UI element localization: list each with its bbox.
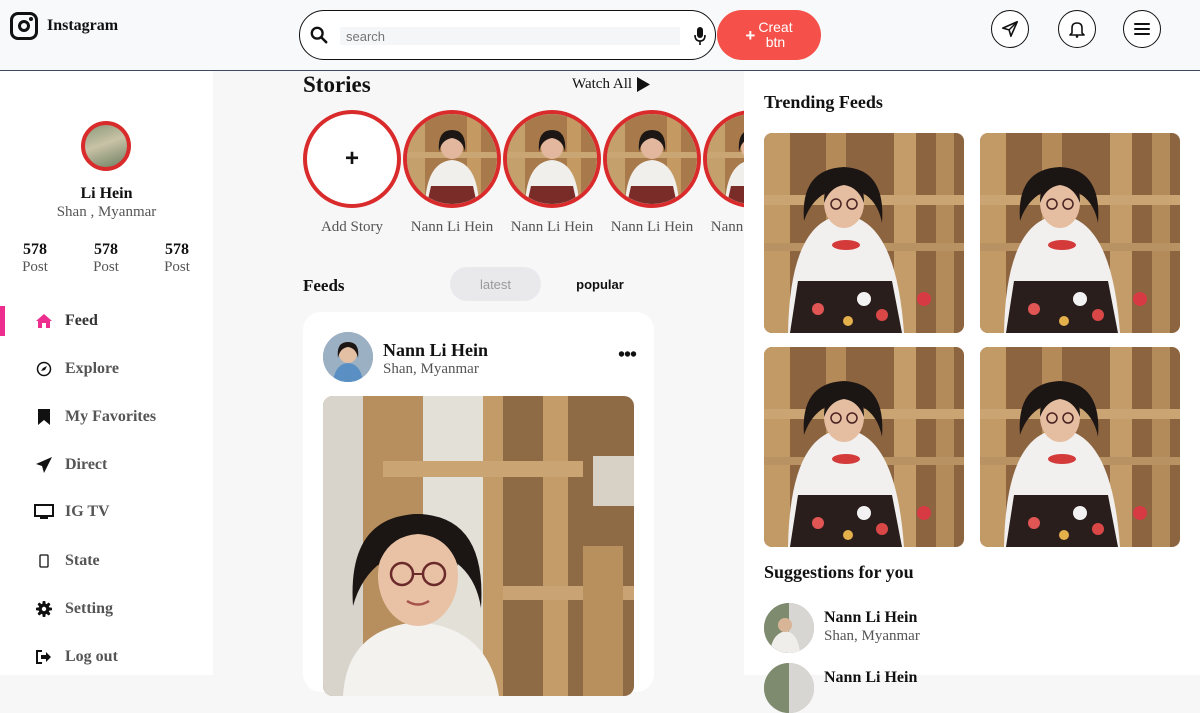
watch-all-link[interactable]: Watch All (572, 76, 651, 93)
stat-value: 578 (23, 241, 47, 258)
play-icon (637, 77, 651, 92)
trending-feed-image[interactable] (980, 347, 1180, 547)
stat-value: 578 (94, 241, 118, 258)
nav-label: Log out (65, 648, 118, 665)
logo[interactable]: Instagram (10, 12, 118, 40)
post-image[interactable] (323, 396, 634, 696)
bookmark-icon (34, 407, 54, 427)
story-avatar[interactable] (503, 110, 601, 208)
trending-feed-image[interactable] (764, 133, 964, 333)
nav-item-direct[interactable]: Direct (0, 450, 213, 480)
tab-latest[interactable]: latest (450, 267, 541, 301)
suggestion-avatar[interactable] (764, 663, 814, 713)
post-card: Nann Li Hein Shan, Myanmar ••• (303, 312, 654, 696)
stat-value: 578 (165, 241, 189, 258)
trending-feed-image[interactable] (980, 133, 1180, 333)
microphone-icon[interactable] (693, 26, 707, 46)
trending-feed-image[interactable] (764, 347, 964, 547)
story-label: Nann Li Hein (410, 219, 494, 235)
story-label: Nann Li Hein (510, 219, 594, 235)
nav-label: Explore (65, 360, 119, 377)
nav-label: State (65, 552, 100, 569)
nav-item-log-out[interactable]: Log out (0, 642, 213, 672)
send-icon (1001, 20, 1019, 38)
suggestions-title: Suggestions for you (764, 562, 914, 582)
profile-stat: 578 Post (157, 241, 197, 276)
profile-name: Li Hein (80, 185, 133, 202)
story-photo (507, 114, 597, 204)
profile-stat: 578 Post (15, 241, 55, 276)
profile-stat: 578 Post (86, 241, 126, 276)
nav-label: My Favorites (65, 408, 157, 425)
search-bar (299, 10, 716, 60)
plus-icon: + (745, 25, 756, 45)
left-sidebar: Li Hein Shan , Myanmar 578 Post 578 Post… (0, 71, 213, 675)
nav-item-explore[interactable]: Explore (0, 354, 213, 384)
logout-icon (34, 647, 54, 667)
create-button-label: Creat btn (758, 19, 793, 50)
profile-location: Shan , Myanmar (56, 204, 157, 220)
home-icon (34, 311, 54, 331)
nav-item-setting[interactable]: Setting (0, 594, 213, 624)
stories-title: Stories (303, 72, 371, 97)
profile-avatar[interactable] (81, 121, 131, 171)
notifications-button[interactable] (1058, 10, 1096, 48)
suggestion-location: Shan, Myanmar (824, 628, 920, 644)
tv-icon (34, 502, 54, 522)
search-input[interactable] (340, 27, 680, 45)
nav-item-ig-tv[interactable]: IG TV (0, 497, 213, 527)
bell-icon (1069, 22, 1085, 38)
nav-label: IG TV (65, 503, 110, 520)
story-avatar[interactable] (403, 110, 501, 208)
suggestion-avatar[interactable] (764, 603, 814, 653)
post-author-avatar[interactable] (323, 332, 373, 382)
suggestion-name[interactable]: Nann Li Hein (824, 669, 917, 687)
more-options-icon[interactable]: ••• (618, 345, 637, 365)
menu-icon (1134, 23, 1150, 35)
nav-label: Setting (65, 600, 113, 617)
add-story-button[interactable]: + (303, 110, 401, 208)
story-photo (407, 114, 497, 204)
tab-popular[interactable]: popular (560, 267, 640, 301)
top-bar: Instagram + Creatbtn (0, 0, 1200, 71)
nav-item-feed[interactable]: Feed (0, 306, 213, 336)
stat-label: Post (22, 259, 48, 275)
compass-icon (34, 359, 54, 379)
send-icon (34, 455, 54, 475)
stat-label: Post (93, 259, 119, 275)
plus-icon: + (344, 145, 359, 172)
nav-item-state[interactable]: State (0, 546, 213, 576)
search-icon[interactable] (310, 26, 328, 44)
watch-all-label: Watch All (572, 76, 633, 92)
post-author-name[interactable]: Nann Li Hein (383, 340, 488, 361)
instagram-icon (10, 12, 38, 40)
story-label: Nann Li Hein (610, 219, 694, 235)
nav-item-my-favorites[interactable]: My Favorites (0, 402, 213, 432)
story-avatar[interactable] (603, 110, 701, 208)
nav-label: Feed (65, 312, 98, 329)
story-photo (607, 114, 697, 204)
suggestion-name[interactable]: Nann Li Hein (824, 609, 917, 627)
gear-icon (34, 599, 54, 619)
story-label: Add Story (320, 219, 384, 235)
create-button[interactable]: + Creat btn (717, 10, 821, 60)
nav-label: Direct (65, 456, 108, 473)
trending-feeds-title: Trending Feeds (764, 92, 883, 112)
feeds-title: Feeds (303, 276, 345, 295)
post-author-location: Shan, Myanmar (383, 361, 479, 377)
mobile-icon (34, 551, 54, 571)
right-panel: Trending Feeds Suggestions for you Nann … (744, 71, 1200, 713)
menu-button[interactable] (1123, 10, 1161, 48)
direct-message-button[interactable] (991, 10, 1029, 48)
app-name: Instagram (47, 17, 119, 34)
stat-label: Post (164, 259, 190, 275)
